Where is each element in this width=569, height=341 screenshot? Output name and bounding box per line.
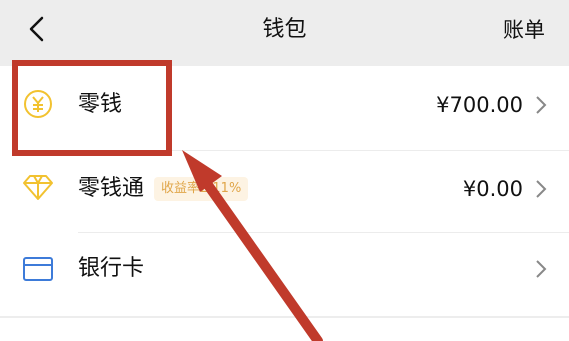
next-section-partial [0, 318, 569, 341]
list-item-change[interactable]: 零钱 ¥700.00 [0, 66, 569, 146]
wallet-list: 零钱 ¥700.00 零钱通 收益率2.11% ¥0.00 银行卡 [0, 66, 569, 316]
top-bar: 钱包 账单 [0, 0, 569, 62]
list-item-change-pass[interactable]: 零钱通 收益率2.11% ¥0.00 [0, 150, 569, 230]
page-title: 钱包 [262, 17, 307, 42]
chevron-right-icon [536, 96, 547, 114]
diamond-icon [23, 175, 53, 200]
balance-value: ¥0.00 [462, 177, 523, 201]
balance-value: ¥700.00 [436, 93, 523, 117]
list-item-label: 银行卡 [78, 256, 145, 281]
yield-badge: 收益率2.11% [154, 177, 249, 201]
list-item-label: 零钱 [78, 92, 123, 117]
bank-card-icon [23, 257, 53, 281]
bill-button[interactable]: 账单 [503, 15, 545, 45]
yuan-coin-icon [24, 90, 52, 118]
list-item-label: 零钱通 [78, 176, 145, 201]
chevron-right-icon [536, 260, 547, 278]
list-item-bank-card[interactable]: 银行卡 [0, 232, 569, 312]
chevron-right-icon [536, 180, 547, 198]
